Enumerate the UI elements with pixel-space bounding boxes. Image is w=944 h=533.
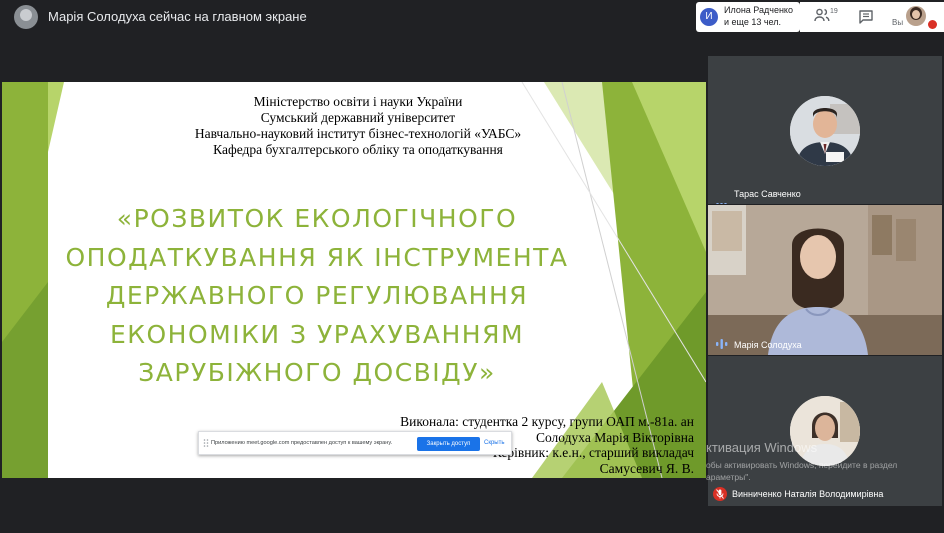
person-photo-icon xyxy=(790,396,860,466)
participant-tile[interactable]: Винниченко Наталія Володимирівна xyxy=(708,356,942,506)
self-label: Вы xyxy=(892,18,904,27)
windows-activation-line: араметры". xyxy=(706,472,751,482)
institution-line: Навчально-науковий інститут бізнес-техно… xyxy=(194,126,522,141)
people-count: 19 xyxy=(830,8,838,15)
drag-handle-icon[interactable] xyxy=(203,438,209,448)
title-line: ДЕРЖАВНОГО РЕГУЛЮВАННЯ xyxy=(105,281,529,310)
participant-name: Винниченко Наталія Володимирівна xyxy=(732,489,884,499)
person-photo-icon xyxy=(790,96,860,166)
author-line: Виконала: студентка 2 курсу, групи ОАП м… xyxy=(400,414,694,429)
screen-share-notification: Приложению meet.google.com предоставлен … xyxy=(198,431,512,455)
self-avatar xyxy=(906,6,926,26)
author-line: Самусевич Я. В. xyxy=(599,460,694,476)
share-notification-text: Приложению meet.google.com предоставлен … xyxy=(211,440,393,446)
windows-activation-line: обы активировать Windows, перейдите в ра… xyxy=(706,460,898,470)
shared-screen: Міністерство освіти і науки України Сумс… xyxy=(2,82,706,478)
presenter-title: Марія Солодуха сейчас на главном экране xyxy=(48,9,307,24)
title-line: «РОЗВИТОК ЕКОЛОГІЧНОГО xyxy=(116,204,518,233)
mic-off-icon xyxy=(713,487,727,501)
title-line: ОПОДАТКУВАННЯ ЯК ІНСТРУМЕНТА xyxy=(65,242,569,272)
meet-window: Марія Солодуха сейчас на главном экране … xyxy=(0,0,944,533)
title-line: ЗАРУБІЖНОГО ДОСВІДУ» xyxy=(138,358,496,387)
hide-notification-button[interactable]: Скрыть xyxy=(484,440,504,446)
participant-tile-active-speaker[interactable]: Марія Солодуха xyxy=(708,205,942,355)
participant-name: Илона Радченко xyxy=(724,5,793,15)
speaking-indicator-icon xyxy=(716,339,728,349)
participant-others: и еще 13 чел. xyxy=(724,17,782,27)
participant-photo xyxy=(790,396,860,466)
institution-line: Міністерство освіти і науки України xyxy=(253,94,463,109)
mic-off-icon xyxy=(928,20,937,29)
participant-tile[interactable]: Тарас Савченко xyxy=(708,56,942,204)
institution-line: Сумський державний університет xyxy=(260,110,456,125)
slide-title: «РОЗВИТОК ЕКОЛОГІЧНОГО ОПОДАТКУВАННЯ ЯК … xyxy=(32,200,602,393)
windows-activation-title: ктивация Windows xyxy=(706,440,818,455)
people-icon xyxy=(814,8,830,22)
stop-sharing-button[interactable]: Закрыть доступ xyxy=(417,437,480,451)
participant-avatar: И xyxy=(700,8,718,26)
participant-name: Тарас Савченко xyxy=(734,189,801,199)
chat-button[interactable] xyxy=(858,9,874,25)
toolbar-right: 19 Вы xyxy=(800,2,944,32)
self-view[interactable]: Вы xyxy=(892,4,942,30)
speaker-video-frame xyxy=(708,205,942,355)
presenter-avatar xyxy=(14,5,38,29)
windows-activation-text: обы активировать Windows, перейдите в ра… xyxy=(706,459,944,483)
participant-name: Марія Солодуха xyxy=(734,340,802,350)
chat-icon xyxy=(859,10,873,24)
more-indicator-icon xyxy=(716,193,730,204)
people-button[interactable]: 19 xyxy=(814,8,842,26)
participants-summary-button[interactable]: И Илона Радченко и еще 13 чел. xyxy=(696,2,800,32)
title-line: ЕКОНОМІКИ З УРАХУВАННЯМ xyxy=(109,319,525,349)
participant-photo xyxy=(790,96,860,166)
institution-lines: Міністерство освіти і науки України Сумс… xyxy=(188,94,528,158)
institution-line: Кафедра бухгалтерського обліку та оподат… xyxy=(213,142,503,157)
